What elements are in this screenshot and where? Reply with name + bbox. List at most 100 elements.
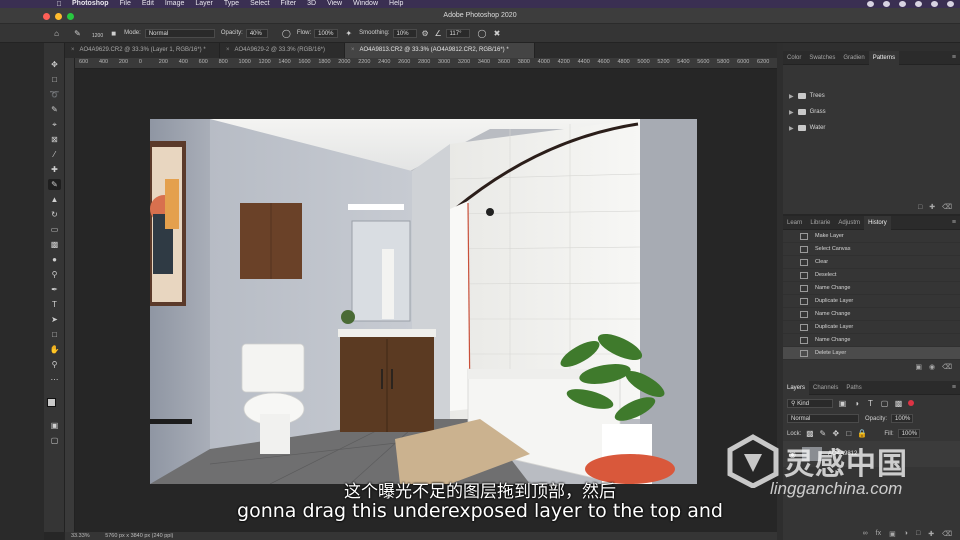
- blend-mode-select[interactable]: Normal: [787, 414, 859, 423]
- tab-layers[interactable]: Layers: [783, 380, 810, 395]
- menu-view[interactable]: View: [327, 0, 342, 8]
- doc-tab-3[interactable]: × AO4A9813.CR2 @ 33.3% (AO4A9812.CR2, RGB…: [345, 43, 535, 58]
- filter-adjustment-icon[interactable]: ◑: [852, 399, 861, 408]
- filter-pixel-icon[interactable]: ▣: [838, 399, 847, 408]
- menu-app-name[interactable]: Photoshop: [72, 0, 109, 8]
- brush-preset-icon[interactable]: ✎: [73, 29, 82, 38]
- history-item[interactable]: Clear: [783, 256, 960, 269]
- crop-tool-icon[interactable]: ⌖: [48, 119, 61, 130]
- link-layers-icon[interactable]: ∞: [863, 530, 868, 538]
- new-group-icon[interactable]: □: [918, 204, 922, 211]
- menu-edit[interactable]: Edit: [142, 0, 154, 8]
- history-item[interactable]: Name Change: [783, 334, 960, 347]
- doc-tab-1[interactable]: × AO4A9629.CR2 @ 33.3% (Layer 1, RGB/16*)…: [65, 43, 220, 58]
- opacity-input[interactable]: 40%: [245, 28, 268, 38]
- symmetry-icon[interactable]: ✖: [493, 29, 502, 38]
- menu-select[interactable]: Select: [250, 0, 269, 8]
- hand-tool-icon[interactable]: ✋: [48, 344, 61, 355]
- status-icon[interactable]: [899, 1, 906, 7]
- gradient-tool-icon[interactable]: ▩: [48, 239, 61, 250]
- tab-adjustments[interactable]: Adjustm: [834, 216, 864, 230]
- layer-filter-select[interactable]: ⚲ Kind: [787, 398, 833, 408]
- apple-menu-icon[interactable]: : [54, 0, 64, 8]
- clone-stamp-tool-icon[interactable]: ▲: [48, 194, 61, 205]
- pressure-size-icon[interactable]: ◯: [478, 29, 487, 38]
- zoom-level[interactable]: 33.33%: [71, 533, 90, 539]
- brush-tool-icon[interactable]: ✎: [48, 179, 61, 190]
- snapshot-icon[interactable]: ◉: [929, 363, 935, 371]
- path-selection-tool-icon[interactable]: ➤: [48, 314, 61, 325]
- history-item[interactable]: Select Canvas: [783, 243, 960, 256]
- more-tools-icon[interactable]: ⋯: [48, 374, 61, 385]
- filter-smart-object-icon[interactable]: ▩: [894, 399, 903, 408]
- frame-tool-icon[interactable]: ⊠: [48, 134, 61, 145]
- eyedropper-tool-icon[interactable]: ⁄: [48, 149, 61, 160]
- foreground-color-swatch[interactable]: [47, 398, 56, 407]
- menu-3d[interactable]: 3D: [307, 0, 316, 8]
- home-icon[interactable]: ⌂: [52, 29, 61, 38]
- close-tab-icon[interactable]: ×: [351, 47, 355, 53]
- document-image[interactable]: [150, 119, 697, 484]
- quick-mask-icon[interactable]: ▣: [48, 420, 61, 431]
- new-document-from-state-icon[interactable]: ▣: [915, 363, 922, 371]
- tab-learn[interactable]: Learn: [783, 216, 806, 230]
- menu-help[interactable]: Help: [389, 0, 403, 8]
- history-item-active[interactable]: Delete Layer: [783, 347, 960, 360]
- move-tool-icon[interactable]: ✥: [48, 59, 61, 70]
- panel-menu-icon[interactable]: ≡: [952, 219, 956, 226]
- filter-toggle-icon[interactable]: [908, 400, 914, 406]
- history-item[interactable]: Name Change: [783, 282, 960, 295]
- angle-icon[interactable]: ∠: [434, 29, 443, 38]
- close-tab-icon[interactable]: ×: [226, 47, 230, 53]
- angle-input[interactable]: 117°: [445, 28, 470, 38]
- layer-opacity-input[interactable]: 100%: [891, 414, 914, 423]
- panel-menu-icon[interactable]: ≡: [952, 384, 956, 391]
- brush-size-value[interactable]: 1200: [92, 33, 103, 39]
- smoothing-input[interactable]: 10%: [392, 28, 417, 38]
- menu-file[interactable]: File: [120, 0, 131, 8]
- history-brush-tool-icon[interactable]: ↻: [48, 209, 61, 220]
- delete-icon[interactable]: ⌫: [942, 363, 952, 371]
- add-mask-icon[interactable]: ▣: [889, 530, 896, 538]
- history-item[interactable]: Make Layer: [783, 230, 960, 243]
- tab-swatches[interactable]: Swatches: [805, 51, 839, 65]
- panel-menu-icon[interactable]: ≡: [952, 54, 956, 61]
- new-pattern-icon[interactable]: ✚: [929, 203, 935, 211]
- control-center-icon[interactable]: [931, 1, 938, 7]
- filter-shape-icon[interactable]: ▢: [880, 399, 889, 408]
- brush-settings-icon[interactable]: ■: [109, 29, 118, 38]
- lasso-tool-icon[interactable]: ➰: [48, 89, 61, 100]
- tab-history[interactable]: History: [864, 215, 891, 230]
- menu-window[interactable]: Window: [353, 0, 378, 8]
- layer-style-icon[interactable]: fx: [876, 530, 881, 538]
- document-size[interactable]: 5760 px x 3840 px (240 ppi): [105, 533, 173, 539]
- tab-patterns[interactable]: Patterns: [868, 50, 900, 65]
- history-item[interactable]: Name Change: [783, 308, 960, 321]
- close-tab-icon[interactable]: ×: [71, 47, 75, 53]
- adjustment-layer-icon[interactable]: ◑: [904, 530, 908, 538]
- menu-image[interactable]: Image: [165, 0, 184, 8]
- airbrush-icon[interactable]: ✦: [344, 29, 353, 38]
- menu-filter[interactable]: Filter: [281, 0, 297, 8]
- pattern-folder-trees[interactable]: ▶ Trees: [783, 88, 960, 104]
- screen-mode-icon[interactable]: ▢: [48, 435, 61, 446]
- status-icon[interactable]: [867, 1, 874, 7]
- mode-select[interactable]: Normal: [144, 28, 215, 38]
- zoom-tool-icon[interactable]: ⚲: [48, 359, 61, 370]
- history-item[interactable]: Deselect: [783, 269, 960, 282]
- tab-libraries[interactable]: Librarie: [806, 216, 834, 230]
- rectangle-tool-icon[interactable]: □: [48, 329, 61, 340]
- filter-type-icon[interactable]: T: [866, 399, 875, 408]
- tab-color[interactable]: Color: [783, 51, 805, 65]
- new-layer-icon[interactable]: ✚: [928, 530, 934, 538]
- delete-icon[interactable]: ⌫: [942, 203, 952, 211]
- history-item[interactable]: Duplicate Layer: [783, 321, 960, 334]
- delete-layer-icon[interactable]: ⌫: [942, 530, 952, 538]
- pattern-folder-grass[interactable]: ▶ Grass: [783, 104, 960, 120]
- tab-gradients[interactable]: Gradien: [839, 51, 868, 65]
- healing-brush-tool-icon[interactable]: ✚: [48, 164, 61, 175]
- tab-channels[interactable]: Channels: [809, 381, 842, 395]
- wifi-icon[interactable]: [915, 1, 922, 7]
- type-tool-icon[interactable]: T: [48, 299, 61, 310]
- flow-input[interactable]: 100%: [314, 28, 339, 38]
